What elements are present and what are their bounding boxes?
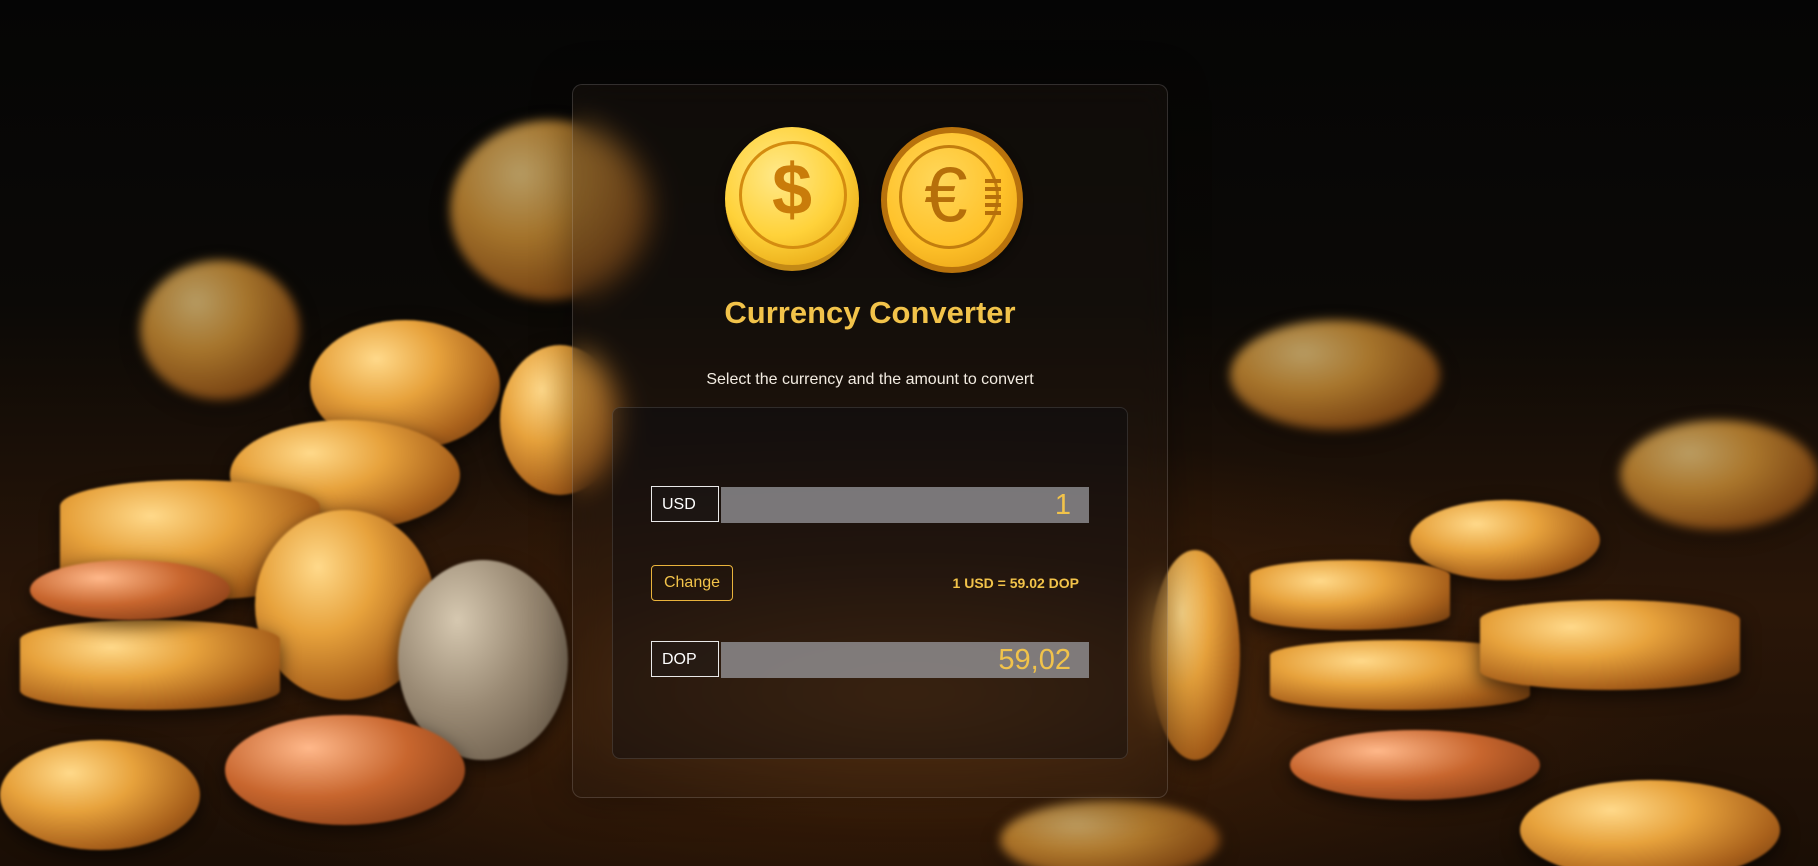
to-currency-select[interactable]: DOP xyxy=(651,641,719,677)
to-row: DOP 59,02 xyxy=(651,641,1091,679)
from-amount-input[interactable]: 1 xyxy=(721,487,1089,523)
page-subtitle: Select the currency and the amount to co… xyxy=(706,371,1034,388)
page-title: Currency Converter xyxy=(724,295,1016,330)
from-row: USD 1 xyxy=(651,486,1091,524)
dollar-coin-icon: $ xyxy=(725,127,859,271)
conversion-panel: USD 1 Change 1 USD = 59.02 DOP DOP 59,02 xyxy=(612,407,1128,759)
currency-logos: $ € xyxy=(573,127,1167,273)
to-amount-input[interactable]: 59,02 xyxy=(721,642,1089,678)
euro-coin-icon: € xyxy=(881,127,1023,273)
converter-card: $ € Currency Converter Select the curren… xyxy=(572,84,1168,798)
exchange-rate-text: 1 USD = 59.02 DOP xyxy=(952,575,1079,591)
change-button[interactable]: Change xyxy=(651,565,733,601)
from-currency-select[interactable]: USD xyxy=(651,486,719,522)
